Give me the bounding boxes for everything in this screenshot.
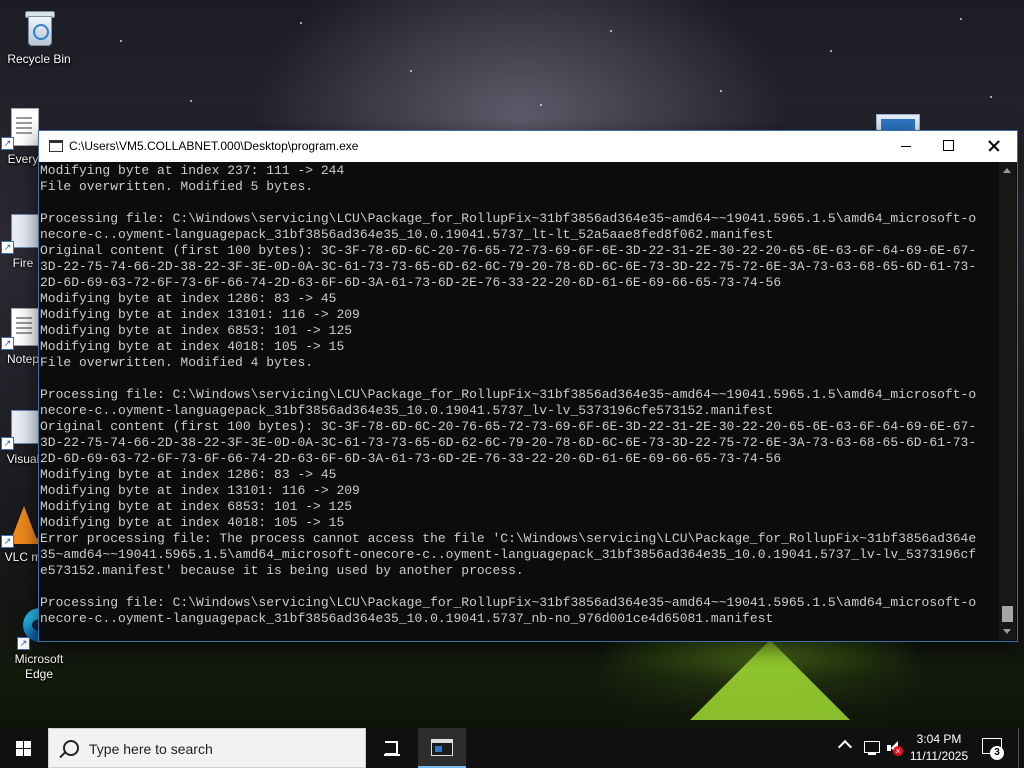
recycle-bin-icon <box>19 8 59 48</box>
console-line: Original content (first 100 bytes): 3C-3… <box>40 243 977 258</box>
console-line: 3D-22-75-74-66-2D-38-22-3F-3E-0D-0A-3C-6… <box>40 259 977 274</box>
desktop-icon-label: Microsoft <box>14 652 64 666</box>
console-output[interactable]: Modifying byte at index 237: 111 -> 244 F… <box>39 162 999 640</box>
search-icon <box>63 740 79 756</box>
minimize-button[interactable] <box>883 131 929 161</box>
chevron-up-icon[interactable] <box>837 739 853 755</box>
console-line: 35~amd64~~19041.5965.1.5\amd64_microsoft… <box>40 547 977 562</box>
star <box>410 70 412 72</box>
start-button[interactable] <box>0 728 48 768</box>
desktop-icon-recycle-bin[interactable]: Recycle Bin <box>2 8 76 67</box>
console-line: Original content (first 100 bytes): 3C-3… <box>40 419 977 434</box>
console-line: Processing file: C:\Windows\servicing\LC… <box>40 387 977 402</box>
console-line: Modifying byte at index 6853: 101 -> 125 <box>40 323 353 338</box>
notification-count: 3 <box>990 746 1004 760</box>
star <box>720 90 722 92</box>
console-line: Modifying byte at index 4018: 105 -> 15 <box>40 339 345 354</box>
scroll-down-arrow-icon[interactable] <box>999 623 1016 640</box>
notification-center-button[interactable]: 3 <box>982 738 1004 760</box>
search-box[interactable]: Type here to search <box>48 728 366 768</box>
console-line: Modifying byte at index 13101: 116 -> 20… <box>40 483 360 498</box>
console-line: Modifying byte at index 4018: 105 -> 15 <box>40 515 345 530</box>
console-line: necore-c..oyment-languagepack_31bf3856ad… <box>40 611 774 626</box>
glowing-tent <box>690 640 850 720</box>
star <box>540 104 542 106</box>
mute-badge: × <box>893 746 903 756</box>
close-button[interactable] <box>971 131 1017 161</box>
star <box>190 100 192 102</box>
star <box>960 18 962 20</box>
console-app-icon <box>431 739 453 756</box>
search-placeholder: Type here to search <box>89 741 213 757</box>
console-line: File overwritten. Modified 5 bytes. <box>40 179 314 194</box>
scroll-up-arrow-icon[interactable] <box>999 162 1016 179</box>
show-desktop-button[interactable] <box>1018 728 1019 768</box>
console-app-icon <box>49 140 63 152</box>
console-line: necore-c..oyment-languagepack_31bf3856ad… <box>40 227 774 242</box>
taskbar-app-console[interactable] <box>418 728 466 768</box>
console-line: Modifying byte at index 1286: 83 -> 45 <box>40 291 337 306</box>
clock-time: 3:04 PM <box>916 732 962 746</box>
star <box>830 50 832 52</box>
scroll-thumb[interactable] <box>1002 606 1013 622</box>
shortcut-arrow-icon: ↗ <box>1 535 14 548</box>
taskbar: Type here to search × 3:04 PM 11/11/2025… <box>0 728 1024 768</box>
console-line: Error processing file: The process canno… <box>40 531 977 546</box>
task-view-button[interactable] <box>372 728 412 768</box>
title-bar[interactable]: C:\Users\VM5.COLLABNET.000\Desktop\progr… <box>39 131 1017 162</box>
console-line: Modifying byte at index 13101: 116 -> 20… <box>40 307 360 322</box>
star <box>990 96 992 98</box>
star <box>120 40 122 42</box>
shortcut-arrow-icon: ↗ <box>1 437 14 450</box>
desktop-icon-label: Recycle Bin <box>7 52 71 66</box>
vertical-scrollbar[interactable] <box>999 162 1016 640</box>
console-line: Processing file: C:\Windows\servicing\LC… <box>40 211 977 226</box>
document-icon: ↗ <box>1 108 43 150</box>
console-line: Processing file: C:\Windows\servicing\LC… <box>40 595 977 610</box>
shortcut-arrow-icon: ↗ <box>1 137 14 150</box>
console-line: 2D-6D-69-63-72-6F-73-6F-66-74-2D-63-6F-6… <box>40 451 782 466</box>
desktop-icon-label: Edge <box>24 667 54 681</box>
console-line: 2D-6D-69-63-72-6F-73-6F-66-74-2D-63-6F-6… <box>40 275 782 290</box>
shortcut-arrow-icon: ↗ <box>1 337 14 350</box>
star <box>610 30 612 32</box>
console-line: 3D-22-75-74-66-2D-38-22-3F-3E-0D-0A-3C-6… <box>40 435 977 450</box>
console-line: Modifying byte at index 1286: 83 -> 45 <box>40 467 337 482</box>
shortcut-arrow-icon: ↗ <box>1 241 14 254</box>
console-line: File overwritten. Modified 4 bytes. <box>40 355 314 370</box>
clock-date: 11/11/2025 <box>909 749 969 763</box>
shortcut-arrow-icon: ↗ <box>17 637 30 650</box>
notepad-icon: ↗ <box>1 308 43 350</box>
network-icon[interactable] <box>864 741 880 755</box>
console-line: Modifying byte at index 6853: 101 -> 125 <box>40 499 353 514</box>
star <box>300 22 302 24</box>
console-line: Modifying byte at index 237: 111 -> 244 <box>40 163 345 178</box>
window-title: C:\Users\VM5.COLLABNET.000\Desktop\progr… <box>69 139 359 153</box>
console-line: necore-c..oyment-languagepack_31bf3856ad… <box>40 403 774 418</box>
console-window[interactable]: C:\Users\VM5.COLLABNET.000\Desktop\progr… <box>38 130 1018 642</box>
console-line: e573152.manifest' because it is being us… <box>40 563 524 578</box>
clock[interactable]: 3:04 PM 11/11/2025 <box>904 731 974 765</box>
windows-logo-icon <box>16 741 32 756</box>
application-icon: ↗ <box>1 212 43 254</box>
maximize-button[interactable] <box>925 131 971 161</box>
application-icon: ↗ <box>1 408 43 450</box>
vlc-cone-icon: ↗ <box>1 506 43 548</box>
